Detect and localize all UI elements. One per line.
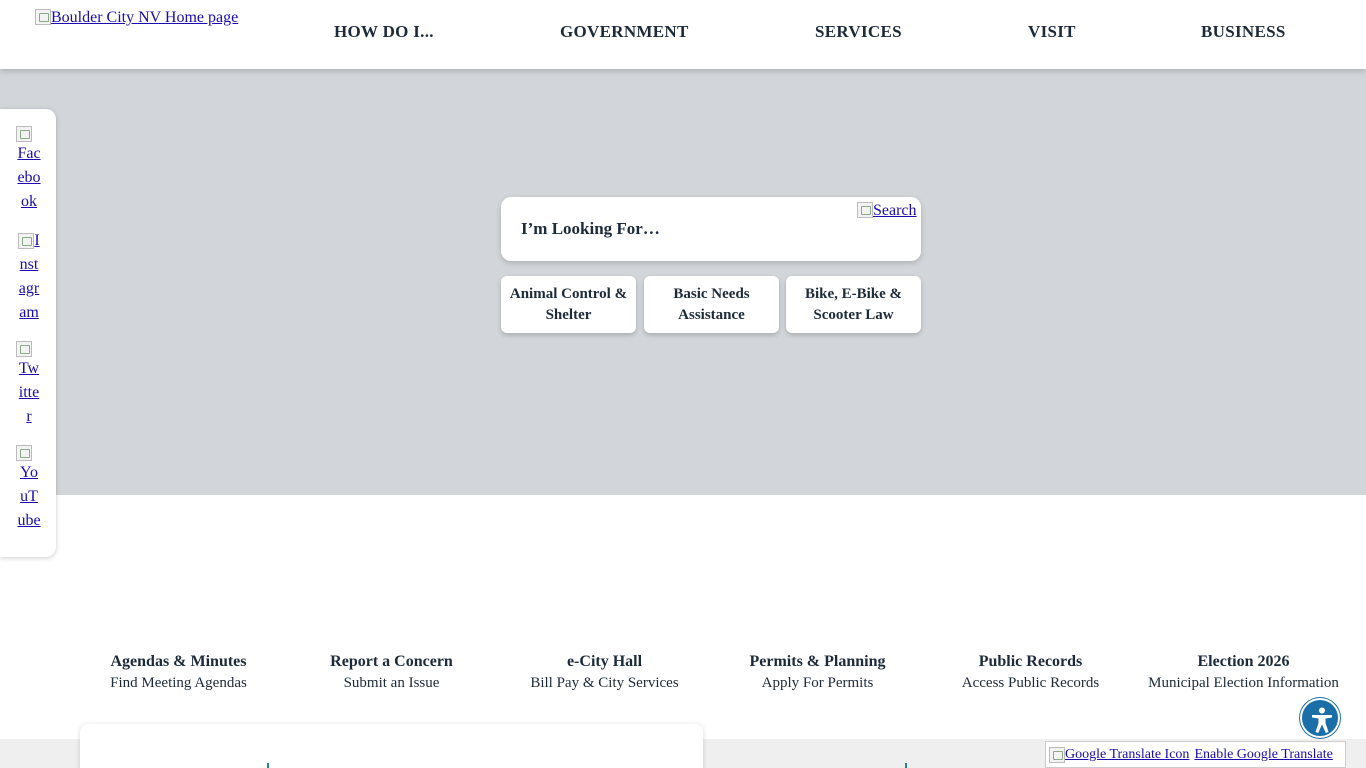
quick-link-title: Public Records [978,653,1083,670]
youtube-alt-line-2: uT [20,488,38,505]
quick-link-ecity-hall[interactable]: e-City Hall Bill Pay & City Services [498,651,711,693]
facebook-alt-line-2: ebo [17,169,41,186]
quick-link-title: e-City Hall [566,653,643,670]
quick-link-subtitle: Municipal Election Information [1148,675,1339,691]
instagram-alt-line-2: nst [19,256,39,273]
instagram-icon [18,233,35,249]
nav-how-do-i[interactable]: HOW DO I... [334,22,434,42]
quick-link-title: Report a Concern [330,653,453,670]
google-translate-bar[interactable]: Google Translate Icon Enable Google Tran… [1045,741,1346,768]
facebook-alt-line-3: ok [21,193,37,210]
search-input[interactable] [521,217,841,241]
quick-link-title: Agendas & Minutes [110,653,247,670]
accessibility-person-icon [1312,707,1332,733]
quick-button-bike-law[interactable]: Bike, E-Bike & Scooter Law [786,276,921,333]
news-card [80,724,703,768]
main-nav: HOW DO I... GOVERNMENT SERVICES VISIT BU… [0,22,1366,46]
youtube-alt-line-3: ube [17,512,41,529]
quick-link-subtitle: Access Public Records [961,675,1100,691]
twitter-alt-line-2: itte [18,384,40,401]
quick-link-subtitle: Bill Pay & City Services [530,675,679,691]
search-box: Search [501,197,921,261]
facebook-icon [16,126,32,142]
google-translate-icon [1049,746,1065,763]
nav-visit[interactable]: VISIT [1028,22,1076,42]
instagram-alt-line-1: I [34,232,40,249]
enable-translate-link[interactable]: Enable Google Translate [1194,747,1332,763]
youtube-link[interactable]: Yo uT ube [16,445,42,533]
nav-services[interactable]: SERVICES [815,22,902,42]
instagram-alt-line-4: am [19,304,39,321]
google-translate-icon-alt: Google Translate Icon [1065,746,1190,762]
facebook-alt-line-1: Fac [17,145,41,162]
quick-link-public-records[interactable]: Public Records Access Public Records [924,651,1137,693]
quick-button-animal-control[interactable]: Animal Control & Shelter [501,276,636,333]
social-rail: Fac ebo ok I nst agr am Tw itte r Yo uT … [0,109,56,557]
quick-link-title: Election 2026 [1197,653,1290,670]
instagram-alt-line-3: agr [18,280,40,297]
site-header: Boulder City NV Home page HOW DO I... GO… [0,0,1366,69]
accessibility-button[interactable] [1300,698,1340,738]
quick-link-agendas[interactable]: Agendas & Minutes Find Meeting Agendas [72,651,285,693]
section-divider-tick [267,763,269,768]
search-icon [857,202,873,218]
quick-link-election[interactable]: Election 2026 Municipal Election Informa… [1137,651,1350,693]
youtube-alt-line-1: Yo [20,464,38,481]
quick-link-subtitle: Apply For Permits [761,675,874,691]
twitter-alt-line-1: Tw [18,360,40,377]
nav-business[interactable]: BUSINESS [1201,22,1286,42]
quick-button-label: Basic Needs Assistance [673,285,750,323]
facebook-link[interactable]: Fac ebo ok [16,126,42,214]
search-button-alt: Search [873,202,917,219]
twitter-icon [16,341,32,357]
nav-government[interactable]: GOVERNMENT [560,22,689,42]
google-translate-icon-wrap: Google Translate Icon [1049,746,1190,763]
quick-button-label: Animal Control & Shelter [509,285,628,323]
twitter-alt-line-3: r [26,408,32,425]
quick-link-subtitle: Find Meeting Agendas [110,675,247,691]
instagram-link[interactable]: I nst agr am [16,229,42,325]
quick-button-basic-needs[interactable]: Basic Needs Assistance [644,276,779,333]
quick-link-subtitle: Submit an Issue [343,675,440,691]
quick-button-label: Bike, E-Bike & Scooter Law [804,285,903,323]
section-divider-tick [905,763,907,768]
quick-link-title: Permits & Planning [749,653,886,670]
quick-link-report-concern[interactable]: Report a Concern Submit an Issue [285,651,498,693]
youtube-icon [16,445,32,461]
search-button[interactable]: Search [857,202,917,220]
twitter-link[interactable]: Tw itte r [16,341,42,429]
quick-link-permits[interactable]: Permits & Planning Apply For Permits [711,651,924,693]
